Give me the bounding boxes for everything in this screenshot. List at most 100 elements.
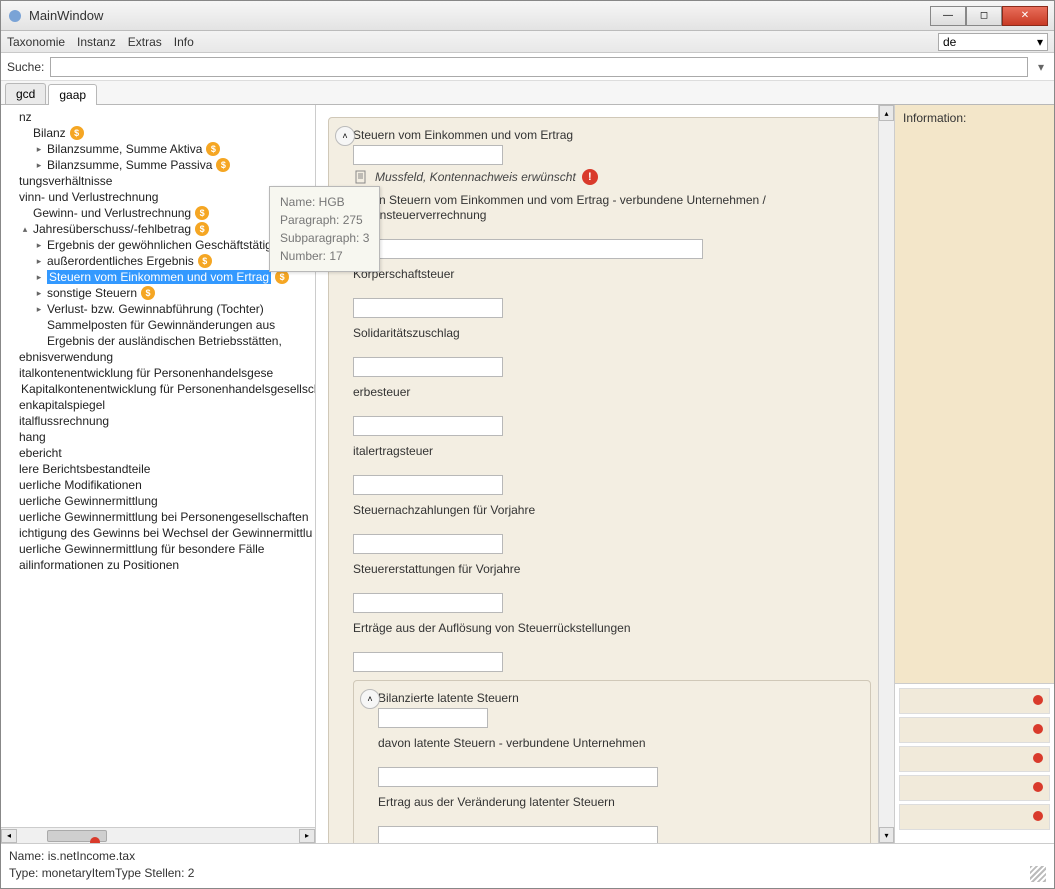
expander-icon[interactable] <box>5 191 17 203</box>
field-input[interactable] <box>353 239 703 259</box>
expander-icon[interactable] <box>5 447 17 459</box>
expander-icon[interactable] <box>5 367 17 379</box>
scroll-left-icon[interactable]: ◂ <box>1 829 17 843</box>
scroll-right-icon[interactable]: ▸ <box>299 829 315 843</box>
expander-icon[interactable] <box>5 111 17 123</box>
tree-node[interactable]: ▸Bilanzsumme, Summe Passiva$ <box>1 157 315 173</box>
expander-icon[interactable]: ▴ <box>19 223 31 235</box>
expander-icon[interactable] <box>5 463 17 475</box>
language-select[interactable]: de ▾ <box>938 33 1048 51</box>
tree-node[interactable]: enkapitalspiegel <box>1 397 315 413</box>
chevron-down-icon[interactable]: ▾ <box>1034 60 1048 74</box>
expander-icon[interactable]: ▸ <box>33 159 45 171</box>
field-input[interactable] <box>353 534 503 554</box>
field-input[interactable] <box>378 767 658 787</box>
expander-icon[interactable] <box>5 511 17 523</box>
tree-node[interactable]: Kapitalkontenentwicklung für Personenhan… <box>1 381 315 397</box>
tree-node[interactable]: tungsverhältnisse <box>1 173 315 189</box>
expander-icon[interactable]: ▸ <box>33 239 45 251</box>
tree-node-label: Steuern vom Einkommen und vom Ertrag <box>47 270 271 284</box>
field-input[interactable] <box>353 416 503 436</box>
field-input[interactable] <box>353 357 503 377</box>
tree-node[interactable]: ichtigung des Gewinns bei Wechsel der Ge… <box>1 525 315 541</box>
field-input[interactable] <box>353 475 503 495</box>
tree-node[interactable]: uerliche Gewinnermittlung bei Personenge… <box>1 509 315 525</box>
expander-icon[interactable] <box>5 175 17 187</box>
maximize-button[interactable]: ◻ <box>966 6 1002 26</box>
tree-node[interactable]: lere Berichtsbestandteile <box>1 461 315 477</box>
field-input[interactable] <box>353 298 503 318</box>
tab-gcd[interactable]: gcd <box>5 83 46 104</box>
tree-node[interactable]: ▴Jahresüberschuss/-fehlbetrag$ <box>1 221 315 237</box>
expander-icon[interactable]: ▸ <box>33 271 45 283</box>
field-input-header[interactable] <box>353 145 503 165</box>
collapse-button[interactable]: ˄ <box>360 689 380 709</box>
tree-node-label: ebnisverwendung <box>19 350 113 364</box>
tree-node[interactable]: ailinformationen zu Positionen <box>1 557 315 573</box>
expander-icon[interactable] <box>5 399 17 411</box>
field-input[interactable] <box>353 652 503 672</box>
field-input[interactable] <box>378 826 658 843</box>
tree-node[interactable]: Ergebnis der ausländischen Betriebsstätt… <box>1 333 315 349</box>
tree-node[interactable]: ebericht <box>1 445 315 461</box>
tree-node[interactable]: uerliche Gewinnermittlung für besondere … <box>1 541 315 557</box>
tree-node[interactable]: ▸Steuern vom Einkommen und vom Ertrag$ <box>1 269 315 285</box>
tooltip: Name: HGB Paragraph: 275 Subparagraph: 3… <box>269 186 380 272</box>
tree-node[interactable]: Bilanz$ <box>1 125 315 141</box>
tree-node[interactable]: italflussrechnung <box>1 413 315 429</box>
tree-node[interactable]: ebnisverwendung <box>1 349 315 365</box>
tree-node[interactable]: uerliche Gewinnermittlung <box>1 493 315 509</box>
field-input[interactable] <box>353 593 503 613</box>
search-input[interactable] <box>50 57 1028 77</box>
scroll-down-icon[interactable]: ▾ <box>879 827 894 843</box>
minimize-button[interactable]: — <box>930 6 966 26</box>
tree-node-label: tungsverhältnisse <box>19 174 112 188</box>
expander-icon[interactable] <box>5 543 17 555</box>
expander-icon[interactable] <box>33 319 45 331</box>
tree-node-label: nz <box>19 110 32 124</box>
expander-icon[interactable] <box>33 335 45 347</box>
tree-node[interactable]: italkontenentwicklung für Personenhandel… <box>1 365 315 381</box>
expander-icon[interactable] <box>5 559 17 571</box>
expander-icon[interactable]: ▸ <box>33 287 45 299</box>
expander-icon[interactable] <box>5 479 17 491</box>
expander-icon[interactable]: ▸ <box>33 143 45 155</box>
tree-node[interactable]: uerliche Modifikationen <box>1 477 315 493</box>
expander-icon[interactable] <box>5 431 17 443</box>
expander-icon[interactable]: ▸ <box>33 255 45 267</box>
tree-node[interactable]: ▸sonstige Steuern$ <box>1 285 315 301</box>
tree-node[interactable]: Gewinn- und Verlustrechnung$ <box>1 205 315 221</box>
collapse-button[interactable]: ˄ <box>335 126 355 146</box>
field-input-subheader[interactable] <box>378 708 488 728</box>
tree-node[interactable]: ▸außerordentliches Ergebnis$ <box>1 253 315 269</box>
expander-icon[interactable] <box>5 415 17 427</box>
resize-grip[interactable] <box>1030 866 1046 882</box>
expander-icon[interactable] <box>5 495 17 507</box>
expander-icon[interactable] <box>19 207 31 219</box>
menu-instanz[interactable]: Instanz <box>77 35 116 49</box>
menu-info[interactable]: Info <box>174 35 194 49</box>
tab-gaap[interactable]: gaap <box>48 84 97 105</box>
thumbnail-item[interactable] <box>899 804 1050 830</box>
expander-icon[interactable] <box>19 127 31 139</box>
expander-icon[interactable] <box>5 527 17 539</box>
thumbnail-item[interactable] <box>899 746 1050 772</box>
horizontal-scrollbar[interactable]: ◂ ▸ <box>1 827 315 843</box>
menu-extras[interactable]: Extras <box>128 35 162 49</box>
thumbnail-item[interactable] <box>899 688 1050 714</box>
tree-node[interactable]: hang <box>1 429 315 445</box>
tree-node[interactable]: vinn- und Verlustrechnung <box>1 189 315 205</box>
scrollbar-thumb[interactable] <box>47 830 107 842</box>
tree-node[interactable]: ▸Bilanzsumme, Summe Aktiva$ <box>1 141 315 157</box>
thumbnail-item[interactable] <box>899 717 1050 743</box>
expander-icon[interactable] <box>5 351 17 363</box>
tree-node[interactable]: Sammelposten für Gewinnänderungen aus <box>1 317 315 333</box>
expander-icon[interactable]: ▸ <box>33 303 45 315</box>
tree-node[interactable]: ▸Ergebnis der gewöhnlichen Geschäftstäti… <box>1 237 315 253</box>
thumbnail-item[interactable] <box>899 775 1050 801</box>
tree-node[interactable]: nz <box>1 109 315 125</box>
close-button[interactable]: ✕ <box>1002 6 1048 26</box>
menu-taxonomie[interactable]: Taxonomie <box>7 35 65 49</box>
scroll-up-icon[interactable]: ▴ <box>879 105 894 121</box>
tree-node[interactable]: ▸Verlust- bzw. Gewinnabführung (Tochter) <box>1 301 315 317</box>
